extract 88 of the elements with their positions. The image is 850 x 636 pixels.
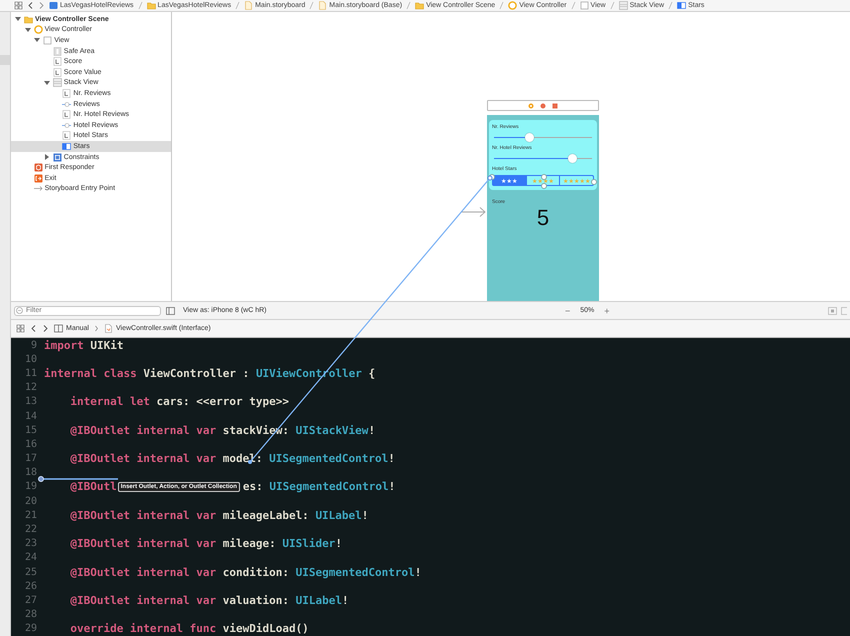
cube-icon (34, 163, 43, 172)
back-icon (27, 1, 34, 10)
line-number: 12 (24, 382, 37, 394)
label-icon (52, 68, 62, 77)
chevron-icon (94, 324, 99, 333)
folder-icon (415, 1, 424, 10)
storyboard-file-icon (318, 1, 328, 10)
line-number: 13 (24, 396, 37, 408)
line-number: 28 (24, 609, 37, 620)
line-number: 22 (24, 524, 37, 536)
grid-icon (14, 1, 23, 10)
expanded-triangle-icon[interactable] (24, 26, 32, 34)
line-number: 23 (24, 538, 37, 550)
arrow-icon (34, 184, 43, 194)
line-number: 9 (30, 340, 37, 351)
zoom-in-button[interactable]: + (604, 306, 610, 316)
forward-icon (42, 324, 49, 333)
folder-icon (146, 1, 156, 10)
forward-icon (38, 1, 45, 10)
circle-icon (34, 25, 43, 34)
slider[interactable] (494, 133, 592, 142)
folder-icon (24, 14, 33, 24)
stack-view-icon (52, 78, 62, 88)
line-number: 26 (24, 580, 37, 592)
code-text: @IBOutlet internal var mileageLabel: UILabel! (70, 508, 368, 522)
line-number: 10 (24, 354, 37, 365)
line-number: 20 (24, 496, 37, 507)
line-number: 11 (24, 368, 37, 379)
slider-icon (62, 120, 72, 130)
label-icon (62, 110, 72, 120)
line-number: 17 (24, 453, 37, 464)
code-text: @IBOutl (70, 480, 117, 494)
safe-area-icon (52, 46, 62, 56)
collapsed-triangle-icon[interactable] (42, 153, 51, 162)
constraints-icon (52, 152, 62, 162)
line-number: 25 (24, 566, 37, 578)
line-number: 27 (24, 594, 37, 606)
swift-file-icon (104, 324, 113, 333)
code-text: internal let cars: <<error type>> (70, 395, 289, 408)
slider[interactable] (494, 154, 592, 163)
separator-icon (309, 1, 314, 10)
document-grid-icon (54, 324, 63, 333)
line-number: 29 (24, 623, 37, 634)
zoom-out-button[interactable]: − (564, 306, 570, 316)
label-icon (52, 57, 62, 66)
slider-thumb[interactable] (524, 133, 534, 142)
segmented-control-icon (62, 142, 72, 151)
separator-icon (406, 1, 412, 10)
exit-icon (34, 174, 43, 183)
separator-icon (570, 1, 576, 10)
grid-icon (16, 324, 25, 333)
panel-icon (840, 306, 847, 314)
expanded-triangle-icon[interactable] (14, 15, 22, 24)
slider-icon (62, 100, 72, 109)
expanded-triangle-icon[interactable] (42, 78, 51, 87)
line-number: 19 (24, 481, 37, 492)
layout-icon (828, 306, 837, 314)
line-number: 14 (24, 410, 37, 422)
label-icon (62, 88, 72, 98)
exit-icon (552, 102, 558, 108)
line-number: 24 (24, 552, 37, 564)
separator-icon (610, 1, 615, 10)
code-text: override internal func viewDidLoad() (70, 622, 309, 636)
controller-icon (528, 102, 534, 108)
code-text: import UIKit (44, 338, 124, 352)
back-icon (30, 324, 37, 333)
line-number: 18 (24, 467, 37, 478)
separator-icon (499, 1, 504, 10)
line-number: 16 (24, 438, 37, 450)
separator-icon (668, 1, 674, 10)
separator-icon (235, 1, 240, 10)
square-icon (43, 36, 52, 45)
panel-toggle-icon (166, 306, 175, 314)
slider-thumb[interactable] (568, 154, 577, 163)
entry-arrow-icon (460, 206, 488, 218)
code-text: es: UISegmentedControl! (242, 480, 396, 494)
score-value: 5 (536, 205, 550, 231)
label-icon (62, 131, 72, 140)
line-number: 15 (24, 424, 37, 436)
code-text: @IBOutlet internal var condition: UISegmentedControl! (70, 566, 422, 579)
code-text: @IBOutlet internal var mileage: UISlider! (70, 537, 342, 550)
project-file-icon (49, 1, 58, 10)
storyboard-file-icon (244, 1, 254, 10)
expanded-triangle-icon[interactable] (33, 36, 42, 44)
line-number: 21 (24, 510, 37, 521)
separator-icon (138, 1, 143, 10)
code-text: @IBOutlet internal var valuation: UILabel! (70, 594, 349, 607)
responder-icon (540, 102, 546, 108)
